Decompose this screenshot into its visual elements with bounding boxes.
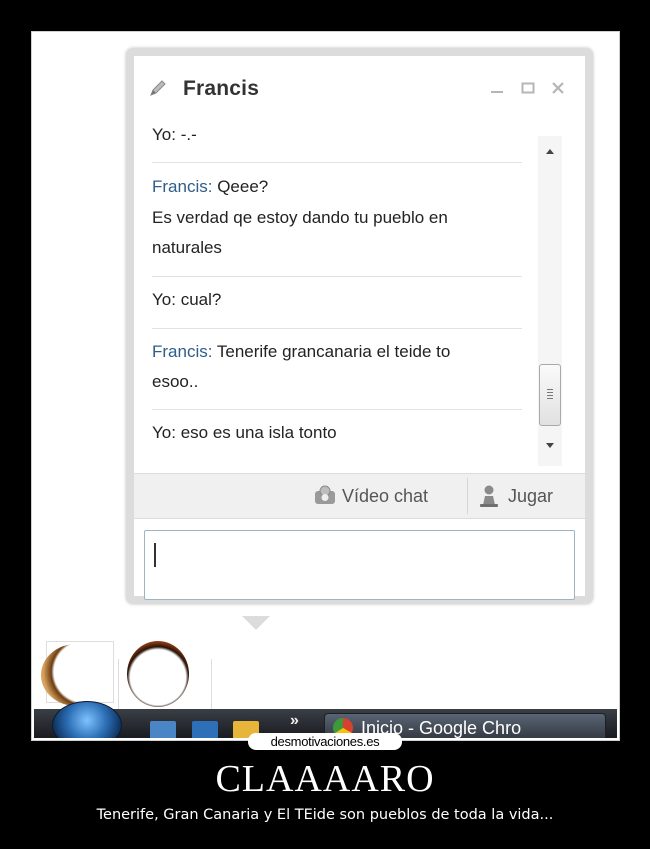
message: Francis: Qeee? (152, 172, 522, 202)
switch-windows-icon[interactable] (192, 721, 218, 738)
site-watermark: desmotivaciones.es (248, 733, 402, 750)
message-text: Qeee? (212, 177, 269, 196)
message: Yo: cual? (152, 285, 522, 315)
message-scrollbar[interactable] (538, 136, 562, 466)
scroll-down-icon[interactable] (542, 438, 558, 452)
screenshot-frame: Francis Yo: -.- Francis: Qeee? Es verdad… (31, 31, 620, 741)
message-sender: Yo: (152, 290, 176, 309)
desktop: Francis Yo: -.- Francis: Qeee? Es verdad… (34, 34, 617, 738)
game-piece-icon[interactable] (476, 483, 502, 509)
message: Yo: eso es una isla tonto (152, 418, 522, 448)
avatar (127, 641, 189, 707)
scroll-up-icon[interactable] (542, 144, 558, 158)
poster-subtitle: Tenerife, Gran Canaria y El TEide son pu… (96, 807, 554, 823)
video-chat-button[interactable]: Vídeo chat (342, 486, 428, 507)
message-divider (152, 276, 522, 277)
play-game-button[interactable]: Jugar (508, 486, 553, 507)
message-sender: Francis: (152, 342, 213, 361)
poster-title: CLAAAARO (215, 758, 435, 800)
chat-action-bar: Vídeo chat Jugar (134, 473, 585, 519)
chat-window-body: Francis Yo: -.- Francis: Qeee? Es verdad… (134, 56, 585, 600)
maximize-icon[interactable] (520, 80, 536, 96)
text-cursor (154, 543, 156, 567)
message-sender: Francis: (152, 177, 213, 196)
chat-window: Francis Yo: -.- Francis: Qeee? Es verdad… (126, 48, 593, 630)
message-divider (152, 328, 522, 329)
message-text: cual? (175, 290, 222, 309)
message-list: Yo: -.- Francis: Qeee? Es verdad qe esto… (134, 125, 532, 466)
chat-titlebar[interactable]: Francis (134, 56, 585, 106)
scrollbar-thumb[interactable] (539, 364, 561, 426)
message-text: -.- (175, 125, 197, 144)
message-sender: Yo: (152, 125, 176, 144)
show-desktop-icon[interactable] (150, 721, 176, 738)
grip-icon (547, 389, 553, 401)
message-continuation: esoo.. (152, 372, 199, 391)
message-continuation: naturales (152, 238, 222, 257)
message-divider (152, 162, 522, 163)
avatar (41, 644, 111, 706)
message-text: Tenerife grancanaria el teide to (212, 342, 451, 361)
message: Francis: Tenerife grancanaria el teide t… (152, 337, 522, 367)
video-camera-icon[interactable] (312, 483, 338, 509)
message-continuation: Es verdad qe estoy dando tu pueblo en (152, 208, 448, 227)
close-icon[interactable] (550, 80, 566, 96)
pencil-icon (150, 80, 166, 96)
chat-contact-name: Francis (183, 77, 260, 100)
action-divider (467, 478, 468, 514)
message-sender: Yo: (152, 423, 176, 442)
contact-tile[interactable] (41, 641, 114, 706)
contact-tile[interactable] (118, 641, 212, 710)
minimize-icon[interactable] (489, 80, 505, 96)
quick-launch-overflow-button[interactable]: » (290, 712, 299, 730)
message-divider (152, 409, 522, 410)
chat-window-pointer (242, 616, 270, 630)
message-text: eso es una isla tonto (175, 423, 337, 442)
message: Yo: -.- (152, 120, 522, 150)
windows-start-orb-icon[interactable] (52, 701, 122, 738)
message-input[interactable] (144, 530, 575, 600)
